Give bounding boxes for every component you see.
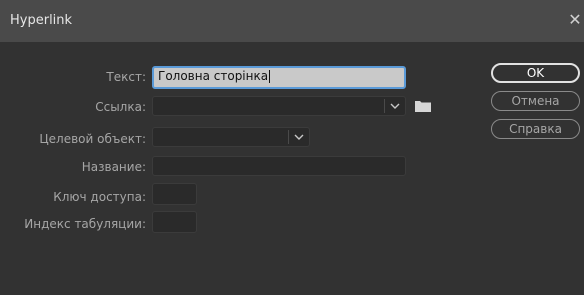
access-key-label: Ключ доступа:	[53, 190, 146, 204]
tab-index-label: Индекс табуляции:	[24, 217, 146, 231]
target-combobox[interactable]	[152, 127, 310, 147]
link-divider	[384, 99, 385, 113]
tab-index-input[interactable]	[152, 211, 197, 233]
cancel-button[interactable]: Отмена	[491, 91, 580, 111]
close-icon[interactable]: ✕	[566, 9, 584, 31]
text-label: Текст:	[106, 70, 146, 84]
link-combobox[interactable]	[152, 96, 406, 116]
text-input-value: Головна сторінка	[158, 69, 269, 83]
target-divider	[288, 130, 289, 144]
target-label: Целевой объект:	[39, 132, 146, 146]
folder-icon[interactable]	[415, 99, 431, 112]
title-bar: Hyperlink ✕	[0, 0, 584, 42]
chevron-down-icon[interactable]	[387, 99, 403, 113]
help-button[interactable]: Справка	[491, 119, 580, 139]
chevron-down-icon[interactable]	[291, 130, 307, 144]
access-key-input[interactable]	[152, 183, 197, 205]
name-label: Название:	[81, 160, 146, 174]
ok-button[interactable]: OK	[491, 63, 580, 83]
window-title: Hyperlink	[10, 13, 73, 28]
link-label: Ссылка:	[95, 100, 146, 114]
text-cursor	[269, 70, 271, 83]
text-input[interactable]: Головна сторінка	[152, 66, 406, 89]
name-input[interactable]	[152, 156, 406, 176]
